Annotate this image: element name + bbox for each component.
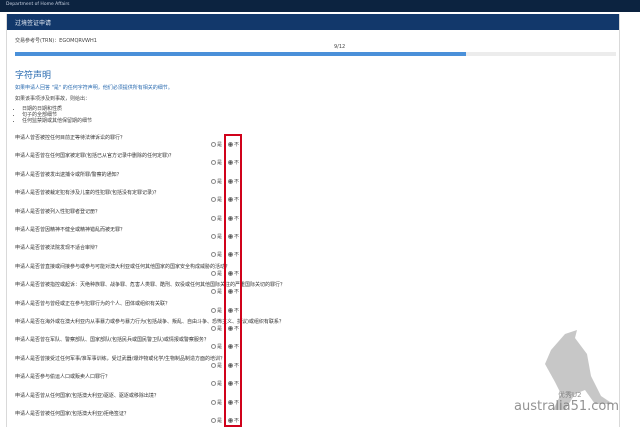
- question-text: 申请人是否曾在军队、警察部队、国家部队(包括民兵或国民警卫队)或情报或警察服务？: [15, 337, 209, 344]
- question-text: 申请人是否曾被任何国家(包括澳大利亚)拒绝签证？: [15, 411, 129, 417]
- question-text: 申请人是否曾接受过任何军事/准军事训练，受过武器/爆炸物或化学/生物制品制造方面…: [15, 355, 226, 362]
- department-name: Department of Home Affairs: [6, 2, 70, 7]
- yes-label: 是: [217, 362, 223, 369]
- question-text: 申请人是否曾被法院发现不适合审辩？: [15, 245, 101, 252]
- yes-option[interactable]: 是: [211, 380, 222, 387]
- watermark-site: australia51.com: [514, 399, 620, 414]
- question-text: 申请人是否曾被列入性犯罪者登记册？: [15, 208, 101, 215]
- yes-label: 是: [217, 344, 223, 351]
- page-indicator: 9/12: [334, 44, 346, 50]
- question-text: 申请人是否曾被指控或起诉：灭绝种族罪、战争罪、危害人类罪、酷刑、奴役或任何其他国…: [15, 282, 286, 289]
- intro-text: 如果申请人回答 "是" 的任何字符声明，他们必须提供所有相关的细节。: [15, 85, 173, 91]
- radio-yes[interactable]: [211, 178, 216, 184]
- yes-option[interactable]: 是: [211, 343, 222, 350]
- form-header: 过境签证申请: [7, 14, 619, 30]
- bullet-list: 日期的日期和性质 句子的全部细节 任何监禁期或其他保留期的细节: [22, 106, 92, 124]
- radio-yes[interactable]: [211, 142, 216, 147]
- yes-option[interactable]: 是: [211, 288, 222, 295]
- section-title: 字符声明: [15, 71, 52, 81]
- radio-yes[interactable]: [211, 399, 216, 405]
- radio-yes[interactable]: [211, 289, 216, 295]
- top-banner: Department of Home Affairs: [0, 0, 640, 12]
- yes-option[interactable]: 是: [211, 417, 222, 424]
- yes-option[interactable]: 是: [211, 159, 222, 166]
- radio-yes[interactable]: [211, 326, 216, 331]
- form-heading: 过境签证申请: [15, 20, 52, 27]
- radio-yes[interactable]: [211, 160, 216, 166]
- yes-label: 是: [217, 399, 223, 406]
- intro-details: 如果该事项涉及到事故，则给出：: [15, 96, 91, 102]
- question-text: 申请人是否曾被裁定犯有涉及儿童的性犯罪(包括没有定罪记录)？: [15, 190, 159, 197]
- question-text: 申请人是否曾在任何国家被定罪(包括已从官方记录中删除的任何定罪)？: [15, 153, 174, 160]
- yes-label: 是: [217, 142, 223, 148]
- yes-option[interactable]: 是: [211, 362, 222, 369]
- radio-yes[interactable]: [211, 362, 216, 368]
- yes-option[interactable]: 是: [211, 196, 222, 203]
- question-text: 申请人曾否被控任何目前正等待法律诉讼的罪行？: [15, 135, 126, 141]
- yes-label: 是: [217, 178, 223, 185]
- yes-option[interactable]: 是: [211, 215, 222, 222]
- yes-option[interactable]: 是: [211, 141, 222, 148]
- yes-label: 是: [217, 326, 223, 332]
- yes-label: 是: [217, 234, 223, 240]
- yes-label: 是: [217, 197, 223, 204]
- yes-label: 是: [217, 160, 223, 167]
- radio-yes[interactable]: [211, 197, 216, 203]
- radio-yes[interactable]: [211, 418, 216, 423]
- yes-label: 是: [217, 418, 223, 424]
- question-text: 申请人是否曾因精神不健全或精神错乱而被无罪？: [15, 227, 126, 233]
- yes-option[interactable]: 是: [211, 307, 222, 314]
- highlight-box: [224, 134, 242, 427]
- yes-label: 是: [217, 381, 223, 388]
- bullet-item: 任何监禁期或其他保留期的细节: [22, 118, 92, 124]
- question-text: 申请人是否曾从任何国家(包括澳大利亚)驱逐、驱逐或移除出境？: [15, 392, 159, 399]
- yes-option[interactable]: 是: [211, 233, 222, 240]
- yes-label: 是: [217, 252, 223, 259]
- yes-label: 是: [217, 307, 223, 314]
- radio-yes[interactable]: [211, 252, 216, 258]
- question-text: 申请人是否曾与曾经或正在参与犯罪行为的个人、团体或组织有关联？: [15, 300, 171, 307]
- radio-yes[interactable]: [211, 381, 216, 387]
- trn-label: 交易参考号(TRN)：EGOMQRVWH1: [15, 38, 97, 44]
- yes-option[interactable]: 是: [211, 325, 222, 332]
- question-text: 申请人是否曾直接或间接参与或参与可能对澳大利亚或任何其他国家的国家安全构成威胁的…: [15, 263, 231, 270]
- radio-yes[interactable]: [211, 234, 216, 239]
- radio-yes[interactable]: [211, 215, 216, 221]
- yes-label: 是: [217, 270, 223, 277]
- yes-option[interactable]: 是: [211, 178, 222, 185]
- question-text: 申请人是否参与偷运人口或贩卖人口罪行？: [15, 374, 111, 381]
- yes-option[interactable]: 是: [211, 270, 222, 277]
- radio-yes[interactable]: [211, 270, 216, 276]
- question-text: 申请人是否在海外或在澳大利亚内从事暴力或参与暴力行为(包括战争、叛乱、自由斗争、…: [15, 319, 284, 325]
- radio-yes[interactable]: [211, 344, 216, 350]
- yes-label: 是: [217, 215, 223, 222]
- progress-bar: [15, 52, 616, 56]
- question-text: 申请人是否曾被发出逮捕令或所罪/警察的通知？: [15, 171, 122, 178]
- yes-label: 是: [217, 289, 223, 296]
- radio-yes[interactable]: [211, 307, 216, 313]
- progress-fill: [15, 52, 466, 56]
- yes-option[interactable]: 是: [211, 251, 222, 258]
- yes-option[interactable]: 是: [211, 399, 222, 406]
